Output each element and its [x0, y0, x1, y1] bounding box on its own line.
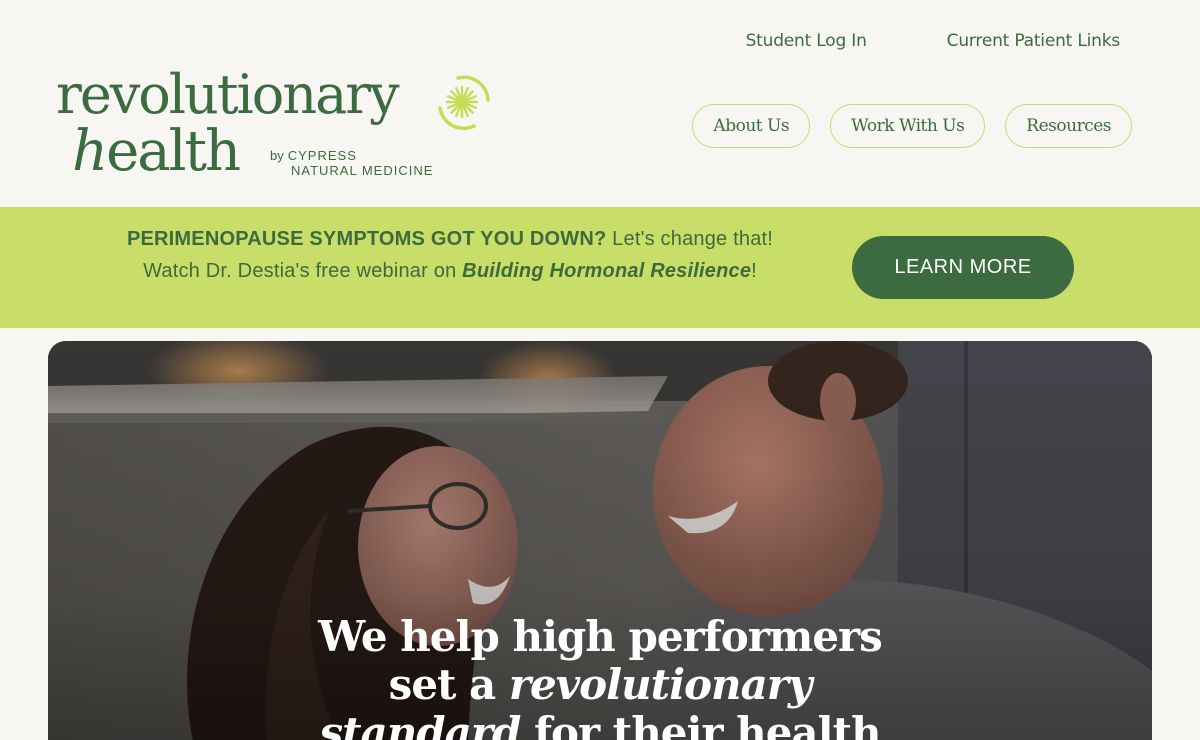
logo-wordmark-line1: revolutionary	[56, 63, 400, 126]
main-nav: About Us Work With Us Resources	[692, 104, 1132, 148]
site-header: revolutionary health by CYPRESS NATURAL M…	[0, 0, 1200, 207]
hero-line2-prefix: set a	[388, 660, 497, 709]
logo-sub-line2: NATURAL MEDICINE	[291, 163, 434, 178]
promo-banner: PERIMENOPAUSE SYMPTOMS GOT YOU DOWN? Let…	[0, 207, 1200, 328]
logo-wordmark-rest: ealth	[106, 119, 241, 184]
sun-icon	[438, 75, 490, 131]
logo-sub-line1: CYPRESS	[287, 148, 357, 163]
banner-webinar-title: Building Hormonal Resilience	[462, 260, 752, 282]
banner-line2-prefix: Watch Dr. Destia's free webinar on	[143, 260, 457, 282]
banner-headline: PERIMENOPAUSE SYMPTOMS GOT YOU DOWN?	[126, 228, 607, 250]
nav-resources[interactable]: Resources	[1005, 104, 1132, 148]
current-patient-links-link[interactable]: Current Patient Links	[947, 31, 1121, 51]
logo-wordmark-line2: health	[72, 119, 241, 184]
banner-message: PERIMENOPAUSE SYMPTOMS GOT YOU DOWN? Let…	[120, 223, 780, 287]
site-logo[interactable]: revolutionary health by CYPRESS NATURAL M…	[56, 66, 496, 186]
logo-sub-by: by	[270, 148, 284, 163]
learn-more-button[interactable]: LEARN MORE	[852, 236, 1074, 299]
hero-heading: We help high performers set a revolution…	[48, 613, 1152, 740]
nav-work-with-us[interactable]: Work With Us	[830, 104, 986, 148]
logo-subtitle: by CYPRESS NATURAL MEDICINE	[270, 148, 433, 178]
hero-line2-italic: revolutionary	[508, 660, 812, 709]
hero-line1: We help high performers	[318, 612, 883, 661]
banner-line2-suffix: !	[751, 260, 757, 282]
logo-wordmark-h: h	[72, 119, 108, 184]
nav-about-us[interactable]: About Us	[692, 104, 811, 148]
student-login-link[interactable]: Student Log In	[746, 31, 867, 51]
hero-section: We help high performers set a revolution…	[48, 341, 1152, 740]
hero-line3-rest: for their health	[533, 708, 882, 740]
hero-line3-italic: standard	[319, 708, 521, 740]
utility-nav: Student Log In Current Patient Links	[746, 31, 1121, 51]
banner-headline-tail: Let's change that!	[612, 228, 774, 250]
